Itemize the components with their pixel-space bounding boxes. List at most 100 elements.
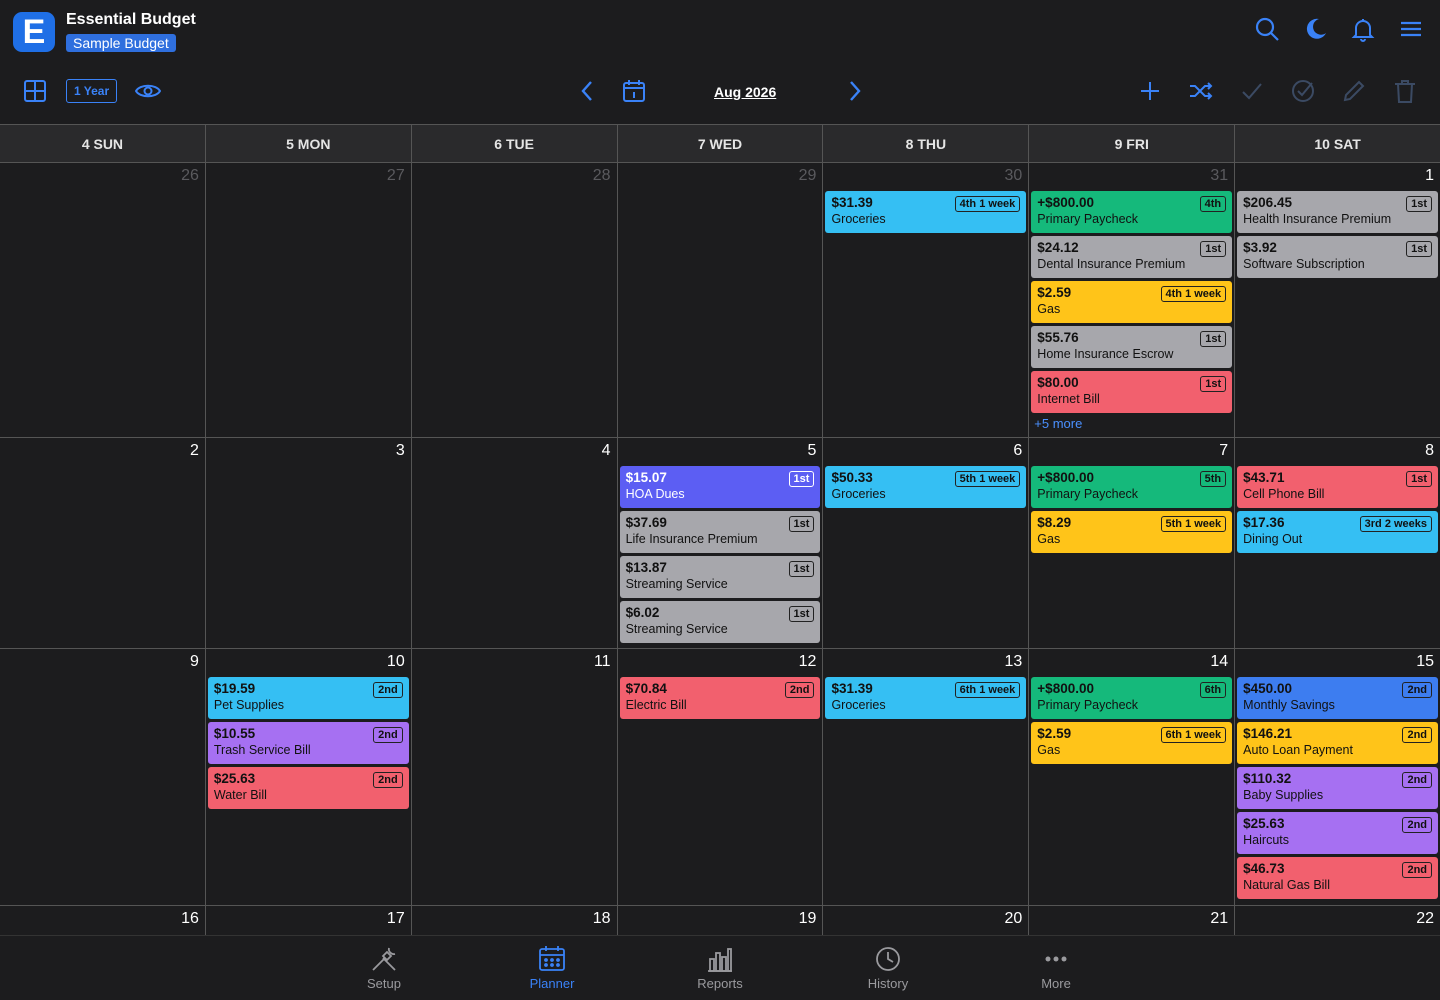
calendar-day-cell[interactable]: 30 $31.39 Groceries 4th 1 week bbox=[823, 163, 1030, 437]
ellipsis-icon bbox=[1041, 944, 1071, 974]
calendar-day-cell[interactable]: 7 +$800.00 Primary Paycheck 5th $8.29 Gas 5th … bbox=[1029, 438, 1236, 648]
menu-hamburger-icon[interactable] bbox=[1398, 16, 1424, 42]
calendar-day-cell[interactable]: 6 $50.33 Groceries 5th 1 week bbox=[823, 438, 1030, 648]
notifications-bell-icon[interactable] bbox=[1350, 16, 1376, 42]
nav-tab-reports[interactable]: Reports bbox=[670, 944, 770, 991]
calendar-day-cell[interactable]: 4 bbox=[412, 438, 618, 648]
event-name: Primary Paycheck bbox=[1037, 487, 1139, 501]
day-number: 19 bbox=[798, 910, 817, 927]
budget-event[interactable]: $15.07 HOA Dues 1st bbox=[619, 466, 821, 508]
budget-event[interactable]: $43.71 Cell Phone Bill 1st bbox=[1237, 466, 1439, 508]
event-occurrence-badge: 4th 1 week bbox=[954, 196, 1021, 212]
calendar-day-cell[interactable]: 5 $15.07 HOA Dues 1st $37.69 Life Insurance P… bbox=[618, 438, 824, 648]
budget-event[interactable]: $25.63 Haircuts 2nd bbox=[1237, 812, 1439, 854]
event-name: Internet Bill bbox=[1037, 392, 1100, 406]
budget-event[interactable]: $55.76 Home Insurance Escrow 1st bbox=[1031, 326, 1233, 368]
shuffle-icon[interactable] bbox=[1188, 78, 1214, 104]
nav-tab-more[interactable]: More bbox=[1006, 944, 1106, 991]
day-number: 10 bbox=[386, 653, 405, 670]
budget-selector-badge[interactable]: Sample Budget bbox=[66, 34, 176, 52]
bar-chart-icon bbox=[705, 944, 735, 974]
calendar-week-row: 16 17 18 19 20 21 22 bbox=[0, 906, 1440, 935]
calendar-day-cell[interactable]: 19 bbox=[618, 906, 824, 935]
budget-event[interactable]: $31.39 Groceries 6th 1 week bbox=[825, 677, 1027, 719]
event-occurrence-badge: 6th bbox=[1199, 682, 1227, 698]
calendar-day-cell[interactable]: 11 bbox=[412, 649, 618, 905]
calendar-day-cell[interactable]: 9 bbox=[0, 649, 206, 905]
weekday-header-cell: 6 TUE bbox=[412, 125, 618, 162]
budget-event[interactable]: $10.55 Trash Service Bill 2nd bbox=[207, 722, 409, 764]
calendar-day-cell[interactable]: 1 $206.45 Health Insurance Premium 1st $3.92… bbox=[1235, 163, 1440, 437]
previous-month-chevron-icon[interactable] bbox=[575, 78, 601, 104]
event-occurrence-badge: 1st bbox=[1200, 376, 1227, 392]
budget-event[interactable]: $25.63 Water Bill 2nd bbox=[207, 767, 409, 809]
current-month-label[interactable]: Aug 2026 bbox=[714, 84, 776, 100]
calendar-day-cell[interactable]: 28 bbox=[412, 163, 618, 437]
budget-event[interactable]: $70.84 Electric Bill 2nd bbox=[619, 677, 821, 719]
budget-event[interactable]: $80.00 Internet Bill 1st bbox=[1031, 371, 1233, 413]
calendar-day-cell[interactable]: 15 $450.00 Monthly Savings 2nd $146.21 Auto L… bbox=[1235, 649, 1440, 905]
calendar-day-cell[interactable]: 8 $43.71 Cell Phone Bill 1st $17.36 Dining Ou… bbox=[1235, 438, 1440, 648]
day-number: 17 bbox=[386, 910, 405, 927]
calendar-day-cell[interactable]: 10 $19.59 Pet Supplies 2nd $10.55 Trash Servi… bbox=[206, 649, 412, 905]
day-events-list: $450.00 Monthly Savings 2nd $146.21 Auto Loa… bbox=[1237, 677, 1439, 899]
budget-event[interactable]: $3.92 Software Subscription 1st bbox=[1237, 236, 1439, 278]
next-month-chevron-icon[interactable] bbox=[841, 78, 867, 104]
event-occurrence-badge: 2nd bbox=[373, 772, 403, 788]
nav-tab-label: More bbox=[1041, 976, 1071, 991]
budget-event[interactable]: $50.33 Groceries 5th 1 week bbox=[825, 466, 1027, 508]
delete-trash-icon[interactable] bbox=[1392, 78, 1418, 104]
calendar-grid: 26 27 28 29 30 $31.39 Groceries 4th 1 week 31 +$8… bbox=[0, 163, 1440, 935]
calendar-day-cell[interactable]: 31 +$800.00 Primary Paycheck 4th $24.12 Denta… bbox=[1029, 163, 1236, 437]
calendar-day-cell[interactable]: 17 bbox=[206, 906, 412, 935]
calendar-day-cell[interactable]: 27 bbox=[206, 163, 412, 437]
budget-event[interactable]: $110.32 Baby Supplies 2nd bbox=[1237, 767, 1439, 809]
calendar-day-cell[interactable]: 3 bbox=[206, 438, 412, 648]
calendar-day-cell[interactable]: 18 bbox=[412, 906, 618, 935]
calendar-day-cell[interactable]: 21 bbox=[1029, 906, 1236, 935]
calendar-day-cell[interactable]: 20 bbox=[823, 906, 1030, 935]
calendar-day-cell[interactable]: 12 $70.84 Electric Bill 2nd bbox=[618, 649, 824, 905]
budget-event[interactable]: $19.59 Pet Supplies 2nd bbox=[207, 677, 409, 719]
nav-tab-setup[interactable]: Setup bbox=[334, 944, 434, 991]
edit-pencil-icon[interactable] bbox=[1341, 78, 1367, 104]
add-plus-icon[interactable] bbox=[1137, 78, 1163, 104]
nav-tab-planner[interactable]: Planner bbox=[502, 944, 602, 991]
budget-event[interactable]: $8.29 Gas 5th 1 week bbox=[1031, 511, 1233, 553]
today-calendar-icon[interactable] bbox=[621, 78, 647, 104]
day-number: 30 bbox=[1004, 167, 1023, 184]
budget-event[interactable]: +$800.00 Primary Paycheck 4th bbox=[1031, 191, 1233, 233]
budget-event[interactable]: $46.73 Natural Gas Bill 2nd bbox=[1237, 857, 1439, 899]
event-name: Gas bbox=[1037, 743, 1061, 757]
grid-view-icon[interactable] bbox=[22, 78, 48, 104]
budget-event[interactable]: $206.45 Health Insurance Premium 1st bbox=[1237, 191, 1439, 233]
budget-event[interactable]: +$800.00 Primary Paycheck 6th bbox=[1031, 677, 1233, 719]
budget-event[interactable]: $24.12 Dental Insurance Premium 1st bbox=[1031, 236, 1233, 278]
budget-event[interactable]: $450.00 Monthly Savings 2nd bbox=[1237, 677, 1439, 719]
nav-tab-history[interactable]: History bbox=[838, 944, 938, 991]
budget-event[interactable]: $2.59 Gas 4th 1 week bbox=[1031, 281, 1233, 323]
budget-event[interactable]: $17.36 Dining Out 3rd 2 weeks bbox=[1237, 511, 1439, 553]
calendar-day-cell[interactable]: 26 bbox=[0, 163, 206, 437]
budget-event[interactable]: $2.59 Gas 6th 1 week bbox=[1031, 722, 1233, 764]
budget-event[interactable]: $31.39 Groceries 4th 1 week bbox=[825, 191, 1027, 233]
calendar-day-cell[interactable]: 13 $31.39 Groceries 6th 1 week bbox=[823, 649, 1030, 905]
budget-event[interactable]: +$800.00 Primary Paycheck 5th bbox=[1031, 466, 1233, 508]
budget-event[interactable]: $13.87 Streaming Service 1st bbox=[619, 556, 821, 598]
event-occurrence-badge: 1st bbox=[1200, 331, 1227, 347]
calendar-day-cell[interactable]: 16 bbox=[0, 906, 206, 935]
calendar-day-cell[interactable]: 22 bbox=[1235, 906, 1440, 935]
check-circle-icon[interactable] bbox=[1290, 78, 1316, 104]
range-1-year-button[interactable]: 1 Year bbox=[66, 79, 118, 103]
more-events-link[interactable]: +5 more bbox=[1031, 416, 1232, 431]
budget-event[interactable]: $146.21 Auto Loan Payment 2nd bbox=[1237, 722, 1439, 764]
budget-event[interactable]: $37.69 Life Insurance Premium 1st bbox=[619, 511, 821, 553]
calendar-day-cell[interactable]: 14 +$800.00 Primary Paycheck 6th $2.59 Gas 6th… bbox=[1029, 649, 1236, 905]
calendar-day-cell[interactable]: 2 bbox=[0, 438, 206, 648]
checkmark-icon[interactable] bbox=[1239, 78, 1265, 104]
budget-event[interactable]: $6.02 Streaming Service 1st bbox=[619, 601, 821, 643]
search-icon[interactable] bbox=[1254, 16, 1280, 42]
calendar-day-cell[interactable]: 29 bbox=[618, 163, 824, 437]
dark-mode-moon-icon[interactable] bbox=[1302, 16, 1328, 42]
visibility-eye-icon[interactable] bbox=[135, 78, 162, 104]
